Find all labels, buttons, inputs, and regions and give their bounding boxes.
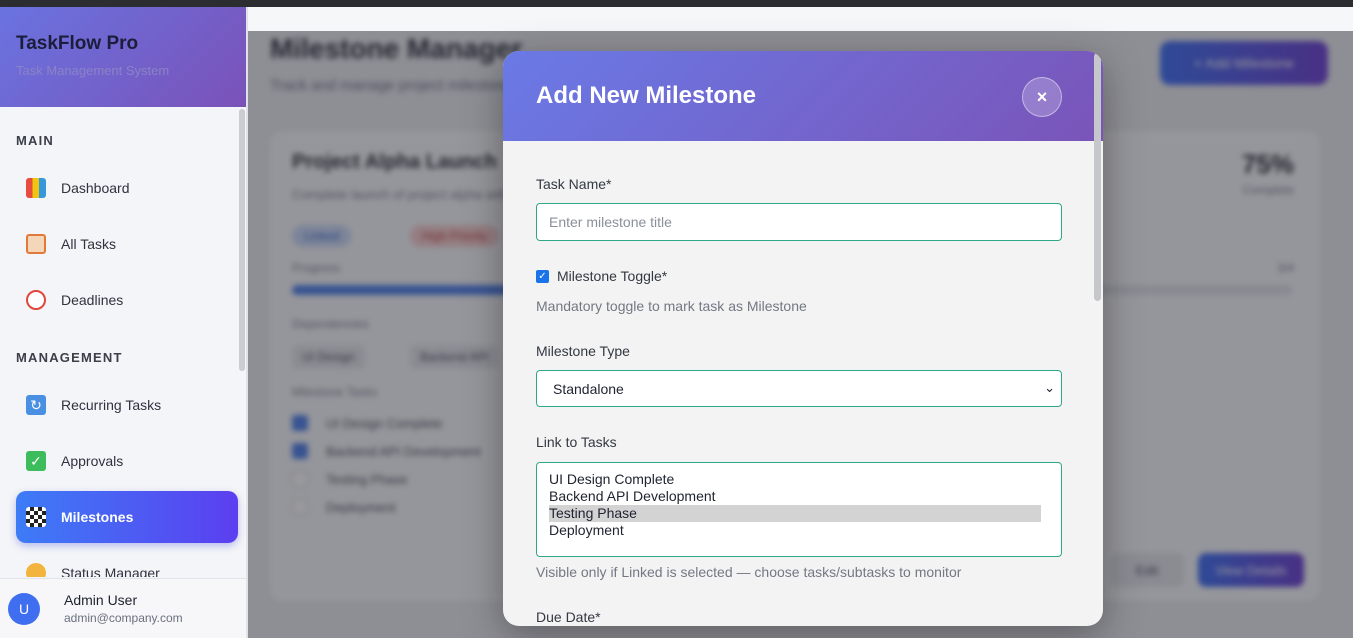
recurring-icon: ↻ (26, 395, 46, 415)
milestone-toggle-label: Milestone Toggle* (557, 268, 668, 284)
brand-header: TaskFlow Pro Task Management System (0, 7, 246, 107)
due-date-label: Due Date* (536, 609, 601, 625)
brand-subtitle: Task Management System (16, 63, 170, 78)
link-tasks-listbox[interactable]: UI Design Complete Backend API Developme… (536, 462, 1062, 557)
brand-title: TaskFlow Pro (16, 33, 139, 54)
sidebar-item-approvals[interactable]: ✓ Approvals (16, 435, 238, 487)
avatar: U (8, 592, 40, 625)
clipboard-icon (26, 234, 46, 254)
user-info: Admin User admin@company.com (64, 592, 183, 625)
checkmark-icon: ✓ (26, 451, 46, 471)
sidebar-item-label: Dashboard (61, 180, 130, 196)
sidebar-scrollbar[interactable] (239, 109, 245, 371)
add-milestone-modal: Add New Milestone × Task Name* ✓ Milesto… (503, 51, 1103, 626)
sidebar-item-label: Recurring Tasks (61, 397, 162, 413)
close-icon: × (1036, 86, 1048, 107)
sidebar-item-status-manager[interactable]: Status Manager (16, 547, 238, 577)
sidebar-item-dashboard[interactable]: Dashboard (16, 162, 238, 214)
link-tasks-help: Visible only if Linked is selected — cho… (536, 564, 962, 580)
modal-scrollbar[interactable] (1094, 53, 1101, 301)
milestone-toggle-checkbox[interactable]: ✓ (536, 269, 549, 283)
sidebar-item-label: Approvals (61, 453, 124, 469)
sidebar-item-all-tasks[interactable]: All Tasks (16, 218, 238, 270)
link-tasks-label: Link to Tasks (536, 434, 617, 450)
sidebar-item-label: All Tasks (61, 236, 116, 252)
task-name-label: Task Name* (536, 176, 612, 192)
task-name-input[interactable] (536, 203, 1062, 241)
window-top-strip (0, 0, 1353, 7)
chevron-down-icon: ⌄ (1044, 380, 1055, 395)
milestone-toggle-help: Mandatory toggle to mark task as Milesto… (536, 298, 807, 314)
link-task-option[interactable]: Backend API Development (549, 488, 1049, 505)
main-top-bar (248, 7, 1353, 31)
sidebar-item-label: Milestones (61, 509, 134, 525)
modal-title: Add New Milestone (536, 82, 757, 109)
milestone-type-select[interactable]: Standalone ⌄ (536, 370, 1062, 407)
sidebar-item-recurring-tasks[interactable]: ↻ Recurring Tasks (16, 379, 238, 431)
checkered-flag-icon (26, 507, 46, 527)
milestone-toggle-row[interactable]: ✓ Milestone Toggle* (536, 268, 667, 284)
section-management: MANAGEMENT (16, 350, 123, 365)
user-name: Admin User (64, 592, 138, 608)
status-icon (26, 563, 46, 577)
sidebar-item-label: Deadlines (61, 292, 124, 308)
sidebar: TaskFlow Pro Task Management System MAIN… (0, 7, 247, 638)
sidebar-item-label: Status Manager (61, 565, 160, 577)
milestone-type-label: Milestone Type (536, 343, 630, 359)
section-main: MAIN (16, 133, 55, 148)
sidebar-item-deadlines[interactable]: Deadlines (16, 274, 238, 326)
sidebar-item-milestones[interactable]: Milestones (16, 491, 238, 543)
link-task-option[interactable]: UI Design Complete (549, 471, 1049, 488)
user-profile[interactable]: U Admin User admin@company.com (0, 578, 246, 638)
chart-icon (26, 178, 46, 198)
link-task-option[interactable]: Deployment (549, 522, 1049, 539)
link-task-option-selected[interactable]: Testing Phase (549, 505, 1041, 522)
milestone-type-value: Standalone (553, 380, 624, 397)
user-email: admin@company.com (64, 611, 183, 625)
modal-header: Add New Milestone × (503, 51, 1103, 141)
sidebar-nav: MAIN Dashboard All Tasks Deadlines MANAG… (0, 107, 246, 577)
close-button[interactable]: × (1022, 77, 1062, 117)
alarm-clock-icon (26, 290, 46, 310)
